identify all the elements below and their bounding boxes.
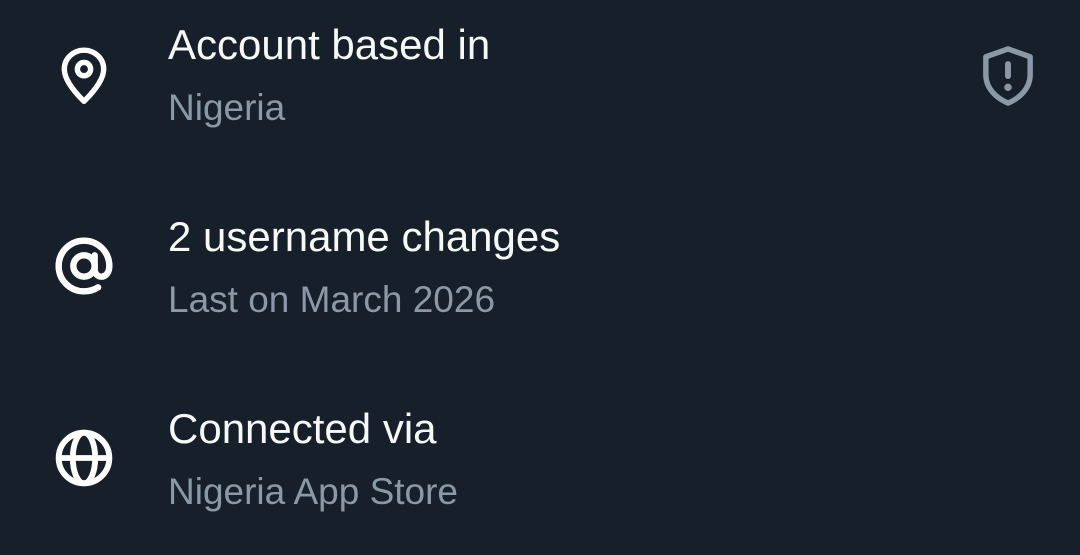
username-changes-date: Last on March 2026: [168, 279, 496, 320]
connected-via-value: Nigeria App Store: [168, 471, 459, 512]
username-changes-title: 2 username changes: [168, 213, 561, 260]
account-location-title: Account based in: [168, 21, 491, 68]
username-changes-row: 2 username changes Last on March 2026: [0, 192, 1080, 352]
shield-alert-icon[interactable]: [978, 44, 1038, 108]
globe-icon: [52, 426, 116, 490]
account-location-value: Nigeria: [168, 87, 286, 128]
account-location-row: Account based in Nigeria: [0, 0, 1080, 160]
location-pin-icon: [52, 44, 116, 108]
connected-via-title: Connected via: [168, 405, 437, 452]
connected-via-row: Connected via Nigeria App Store: [0, 384, 1080, 544]
at-sign-icon: [52, 234, 116, 298]
